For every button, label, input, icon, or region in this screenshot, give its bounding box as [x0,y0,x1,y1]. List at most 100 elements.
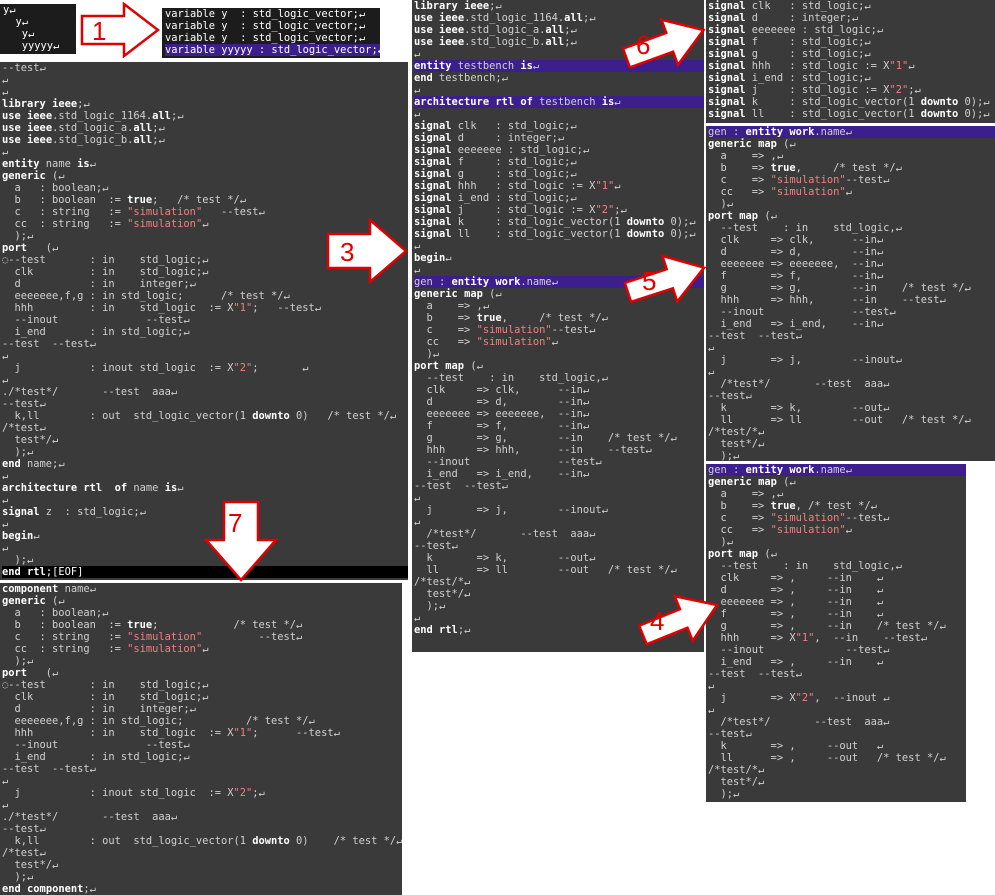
code-line: b : boolean := true; /* test */↵ [2,619,303,631]
code-line: c : string := "simulation" --test↵ [2,631,303,643]
code-line: signal d : integer;↵ [414,132,565,144]
code-line: use ieee.std_logic_a.all;↵ [2,122,165,134]
code-line: a : boolean;↵ [2,607,109,619]
code-line: signal ll : std_logic_vector(1 downto 0)… [708,108,990,120]
code-line: );↵ [2,446,34,458]
code-line: yyyyy↵ [3,40,60,52]
code-line: ↵ [2,470,9,482]
code-line: generic map (↵ [708,476,796,488]
code-line: j => X"2", --inout ↵ [708,692,890,704]
code-line: /*test*/ --test aaa↵ [708,716,890,728]
code-line: generic (↵ [2,595,65,607]
code-line: port map (↵ [708,548,777,560]
code-line: signal eeeeeee : std_logic;↵ [708,24,884,36]
code-line: ↵ [2,146,9,158]
code-line: signal i_end : std_logic;↵ [414,192,577,204]
code-line: b : boolean := true; /* test */↵ [2,194,247,206]
code-line: signal g : std_logic;↵ [708,48,871,60]
pane-right-top: signal clk : std_logic;↵ signal d : integ… [706,0,995,123]
code-line: --test --test↵ [708,330,802,342]
code-block: signal clk : std_logic;↵ signal d : integ… [706,0,995,120]
code-line: ↵ [708,366,715,378]
code-line: eeeeeee => eeeeeee, --in↵ [708,258,884,270]
code-line: a => ,↵ [708,488,784,500]
code-line: i_end => , --in ↵ [708,656,884,668]
pane-left-bottom: component name↵ generic (↵ a : boolean;↵ … [0,583,402,895]
code-line: hhh => X"1", --in --test↵ [708,632,927,644]
code-line: i_end => i_end, --in↵ [414,468,590,480]
code-line: ll => ll --out /* test */↵ [414,564,677,576]
code-line: f => f, --in↵ [414,420,590,432]
code-line: b => true, /* test */↵ [708,500,877,512]
step-label-6: 6 [636,30,651,60]
code-line: i_end : in std_logic;↵ [2,326,190,338]
code-line: hhh => hhh, --in --test↵ [708,294,946,306]
code-line: y↵ [3,28,35,40]
code-line: k,ll : out std_logic_vector(1 downto 0) … [2,835,403,847]
code-line: eeeeeee,f,g : in std_logic; /* test */↵ [2,715,315,727]
code-line: /*test*/ --test aaa↵ [414,528,596,540]
pane-variables: variable y : std_logic_vector;↵ variable … [162,8,384,58]
code-line: variable yyyyy : std_logic_vector;↵ [165,44,384,56]
code-line: )↵ [708,198,734,210]
code-line: --test↵ [2,823,46,835]
code-line: cc => "simulation"↵ [414,336,558,348]
code-line: y↵ [3,16,29,28]
code-line: d => , --in ↵ [708,584,884,596]
code-line: d => d, --in↵ [414,396,590,408]
code-line: signal eeeeeee : std_logic;↵ [414,144,590,156]
code-line: architecture rtl of testbench is↵ [414,96,704,108]
code-line: signal j : std_logic := X"2";↵ [708,84,921,96]
pane-middle: library ieee;↵ use ieee.std_logic_1164.al… [412,0,704,652]
code-line: clk => , --in ↵ [708,572,884,584]
code-line: j => j, --inout↵ [414,504,608,516]
code-line: k => , --out ↵ [708,740,884,752]
code-line: k,ll : out std_logic_vector(1 downto 0) … [2,410,397,422]
code-line: signal i_end : std_logic;↵ [708,72,871,84]
code-line: cc => "simulation"↵ [708,186,852,198]
code-line: ↵ [414,108,421,120]
code-line: variable y : std_logic_vector;↵ [165,32,366,44]
code-line: generic (↵ [2,170,65,182]
code-line: use ieee.std_logic_1164.all;↵ [2,110,184,122]
step-label-1: 1 [92,16,107,46]
code-line: library ieee;↵ [2,98,90,110]
code-line: j : inout std_logic := X"2";↵ [2,787,265,799]
code-line: --inout --test↵ [414,456,602,468]
code-line: ↵ [414,492,421,504]
pane-top-small: y↵ y↵ y↵ yyyyy↵ [0,4,76,54]
code-line: test*/↵ [708,776,765,788]
code-line: end name;↵ [2,458,65,470]
code-line: ./*test*/ --test aaa↵ [2,386,178,398]
arrow-right-up-icon [636,582,722,654]
code-line: --test↵ [708,390,752,402]
code-line: c => "simulation"--test↵ [414,324,596,336]
code-line: );↵ [708,788,740,800]
code-line: f => f, --in↵ [708,270,884,282]
code-line: f => , --in ↵ [708,608,884,620]
code-line: ↵ [708,680,715,692]
code-line: ↵ [2,799,9,811]
arrow-right-up-icon [620,4,710,74]
code-line: --test --test↵ [708,668,802,680]
code-line: variable y : std_logic_vector;↵ [165,8,366,20]
code-line: signal f : std_logic;↵ [414,156,577,168]
code-line: --inout --test↵ [708,306,896,318]
code-line: variable y : std_logic_vector;↵ [165,20,366,32]
code-line: hhh => hhh, --in --test↵ [414,444,652,456]
code-line: j => j, --inout↵ [708,354,902,366]
code-line: architecture rtl of name is↵ [2,482,184,494]
code-line: cc => "simulation"↵ [708,524,852,536]
code-line: port map (↵ [708,210,777,222]
code-line: ↵ [414,516,421,528]
code-line: i_end : in std_logic;↵ [2,751,190,763]
code-line: signal k : std_logic_vector(1 downto 0);… [414,216,696,228]
code-line: signal j : std_logic := X"2";↵ [414,204,627,216]
code-line: /*test↵ [2,847,46,859]
step-label-7: 7 [228,508,243,538]
code-block: variable y : std_logic_vector;↵ variable … [162,8,384,56]
step-label-5: 5 [642,266,657,296]
code-line: y↵ [3,4,16,16]
code-line: test*/↵ [2,859,59,871]
code-line: entity name is↵ [2,158,96,170]
